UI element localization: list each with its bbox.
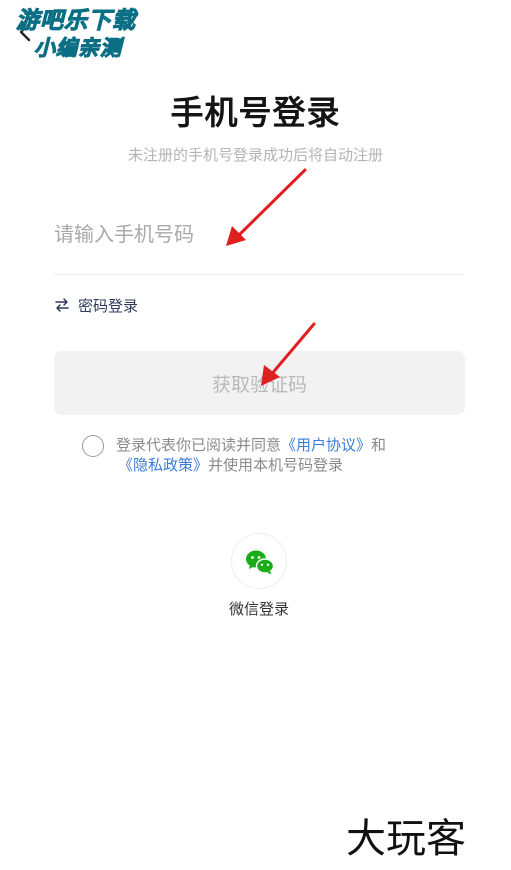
privacy-policy-link[interactable]: 《隐私政策》: [118, 456, 208, 474]
agreement-text-line1: 登录代表你已阅读并同意《用户协议》和: [116, 434, 446, 456]
watermark-brand: 大玩客: [346, 816, 466, 862]
password-login-label: 密码登录: [78, 296, 139, 315]
get-code-button[interactable]: 获取验证码: [54, 351, 465, 415]
agreement-text-line2: 《隐私政策》并使用本机号码登录: [118, 454, 343, 476]
wechat-login-button[interactable]: [231, 533, 287, 589]
agreement-and: 和: [371, 436, 387, 454]
wechat-icon: [246, 550, 275, 575]
input-divider: [54, 274, 464, 275]
back-arrow-icon: [19, 22, 31, 42]
watermark-line-2: 小编亲测: [34, 36, 122, 60]
user-agreement-link[interactable]: 《用户协议》: [281, 436, 371, 454]
phone-input[interactable]: [54, 210, 464, 258]
back-button[interactable]: [12, 18, 40, 46]
page-subtitle: 未注册的手机号登录成功后将自动注册: [127, 146, 383, 164]
wechat-login-label: 微信登录: [228, 600, 289, 618]
agreement-checkbox[interactable]: [82, 435, 104, 457]
agreement-prefix: 登录代表你已阅读并同意: [116, 436, 282, 454]
page-title: 手机号登录: [170, 93, 341, 132]
agreement-suffix: 并使用本机号码登录: [208, 456, 344, 474]
swap-arrows-icon: [55, 298, 69, 312]
password-login-link[interactable]: 密码登录: [54, 294, 138, 316]
